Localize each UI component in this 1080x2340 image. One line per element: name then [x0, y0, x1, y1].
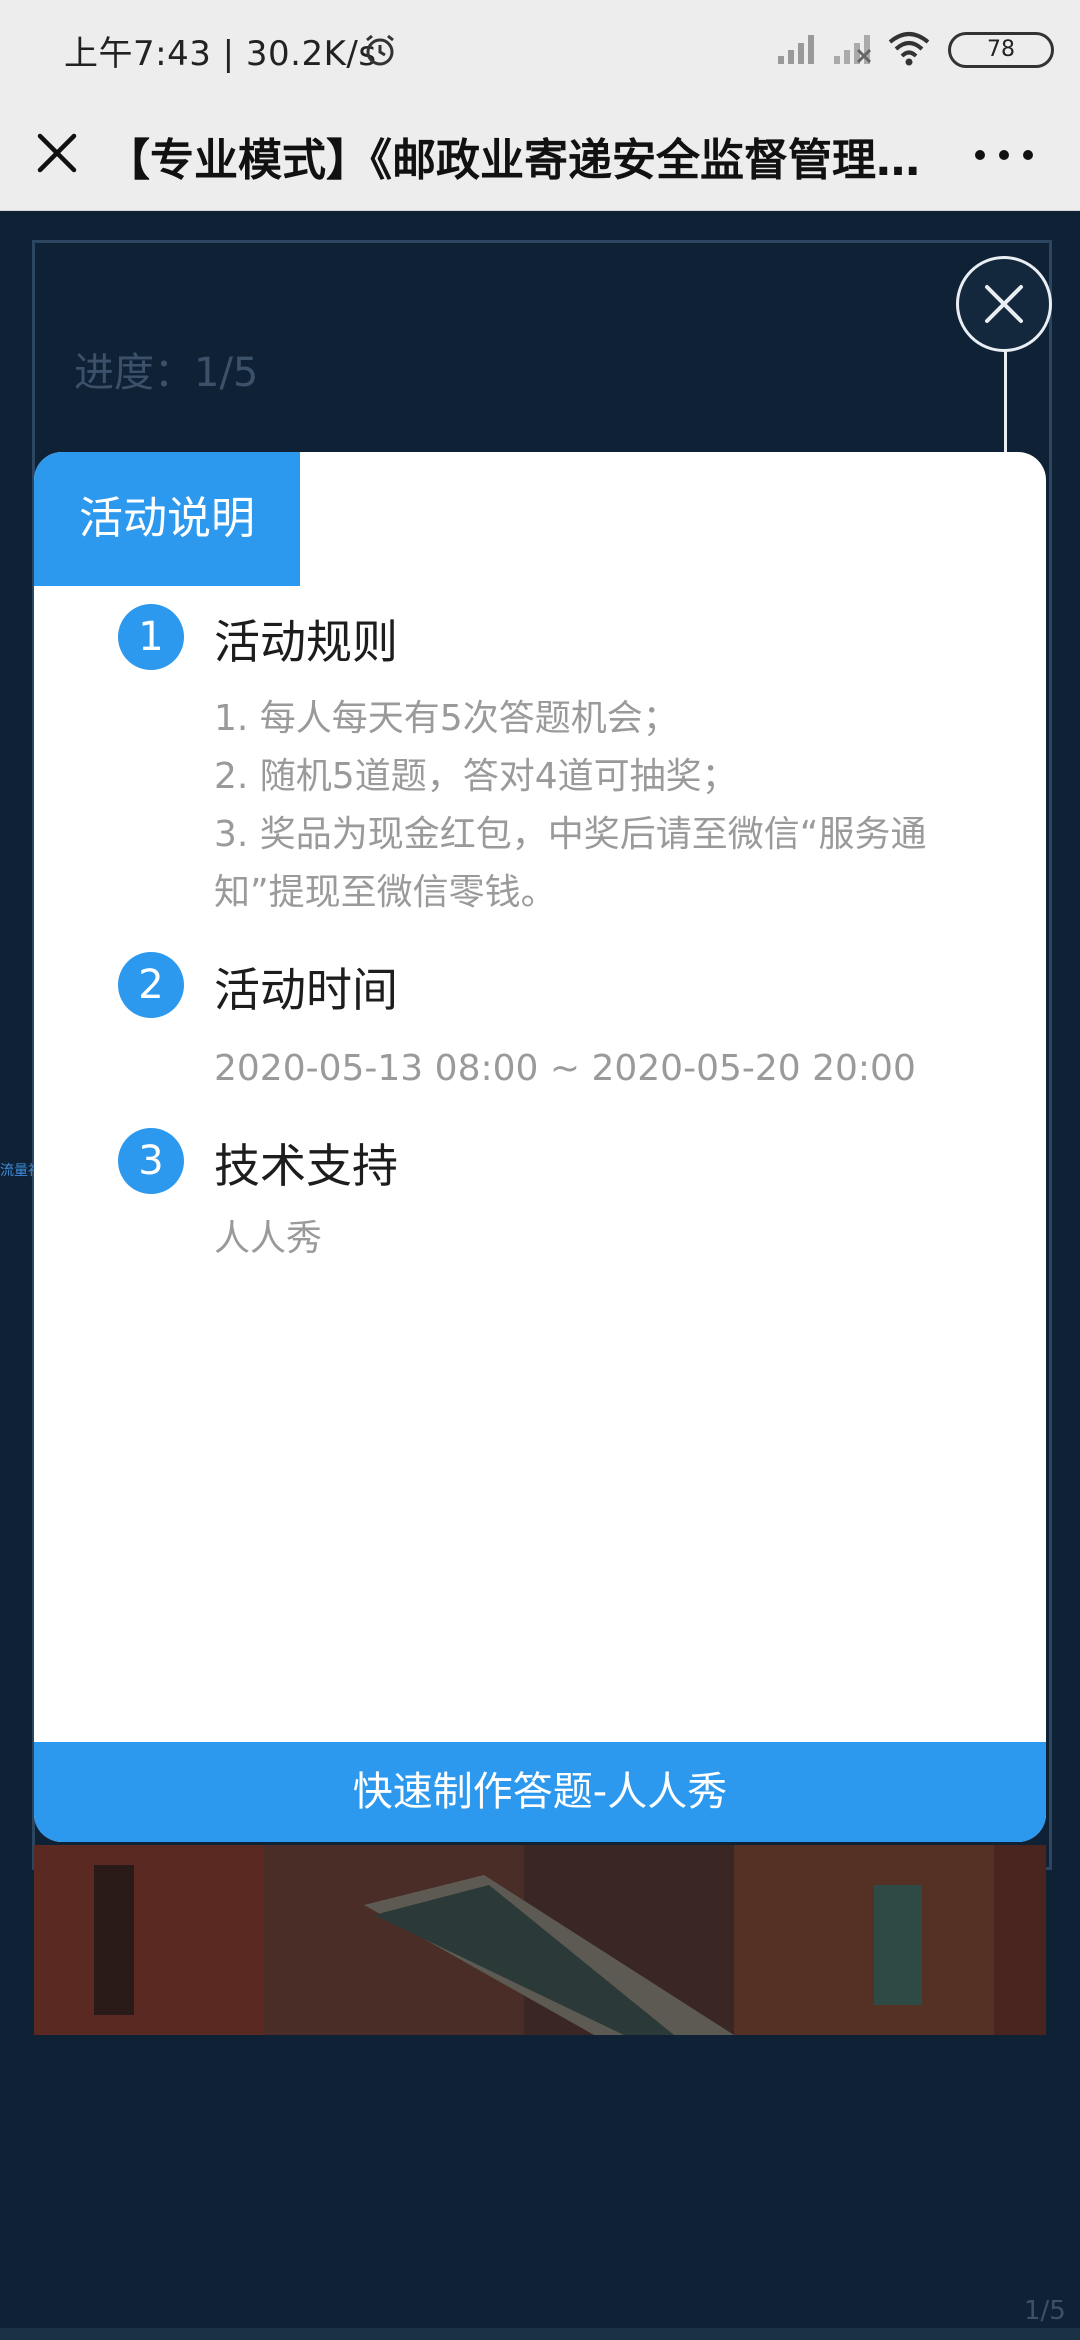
alarm-icon — [366, 34, 394, 66]
rule-item: 1. 每人每天有5次答题机会； — [214, 698, 679, 739]
activity-time-range: 2020-05-13 08:00 ~ 2020-05-20 20:00 — [214, 1048, 916, 1089]
section-number-badge: 3 — [118, 1128, 184, 1194]
section-title: 活动时间 — [214, 963, 398, 1017]
signal-no-service-icon — [834, 35, 872, 64]
status-time: 上午7:43 | 30.2K/s — [64, 34, 377, 74]
quiz-progress: 进度：1/5 — [74, 350, 259, 396]
title-bar: 【专业模式】《邮政业寄递安全监督管理… — [0, 100, 1080, 211]
status-bar: 上午7:43 | 30.2K/s 78 — [0, 0, 1080, 100]
modal-close-connector — [1004, 350, 1007, 456]
modal-close-button[interactable] — [956, 256, 1052, 352]
section-title: 技术支持 — [214, 1139, 398, 1193]
more-options-icon[interactable] — [964, 130, 1044, 180]
page-title: 【专业模式】《邮政业寄递安全监督管理… — [106, 135, 920, 186]
section-title: 活动规则 — [214, 615, 398, 669]
rules-list: 1. 每人每天有5次答题机会； 2. 随机5道题，答对4道可抽奖； 3. 奖品为… — [214, 690, 934, 922]
rule-item: 2. 随机5道题，答对4道可抽奖； — [214, 756, 738, 797]
section-number-badge: 1 — [118, 604, 184, 670]
rule-item: 3. 奖品为现金红包，中奖后请至微信“服务通知”提现至微信零钱。 — [214, 814, 927, 913]
bottom-strip — [0, 2328, 1080, 2340]
page-indicator: 1/5 — [1024, 2296, 1066, 2326]
tech-support-name: 人人秀 — [214, 1218, 323, 1259]
modal-tab-title: 活动说明 — [34, 452, 300, 586]
battery-indicator: 78 — [948, 32, 1054, 68]
close-icon[interactable] — [26, 122, 88, 184]
wifi-icon — [888, 32, 930, 66]
section-number-badge: 2 — [118, 952, 184, 1018]
signal-icon — [778, 35, 814, 64]
close-icon — [985, 285, 1023, 323]
create-quiz-button[interactable]: 快速制作答题-人人秀 — [34, 1742, 1046, 1842]
activity-info-modal: 活动说明 1 活动规则 1. 每人每天有5次答题机会； 2. 随机5道题，答对4… — [34, 452, 1046, 1842]
background-illustration — [34, 1845, 1046, 2035]
